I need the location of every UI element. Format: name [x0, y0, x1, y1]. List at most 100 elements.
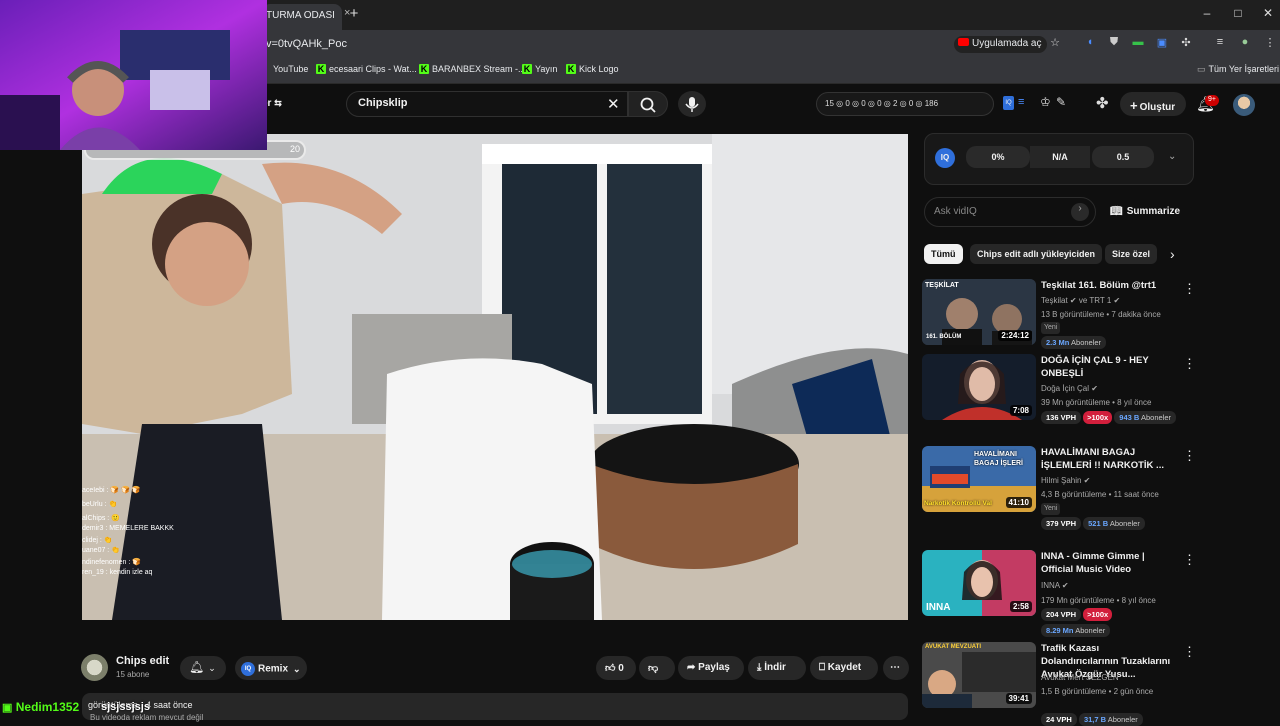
- extension-audio-icon[interactable]: ◖: [1082, 36, 1098, 52]
- channel-avatar[interactable]: [81, 654, 108, 681]
- channel-name[interactable]: Chips edit: [116, 655, 169, 667]
- video-title[interactable]: DOĞA İÇİN ÇAL 9 - HEY ONBEŞLİ: [1041, 354, 1179, 380]
- video-thumbnail[interactable]: 7:08: [922, 354, 1036, 420]
- channel-name[interactable]: Teşkilat ✔ ve TRT 1 ✔: [1041, 296, 1120, 305]
- chevron-down-icon: ⌄: [293, 663, 301, 674]
- extension-green-icon[interactable]: ▬: [1130, 36, 1146, 52]
- extension-blue-icon[interactable]: ▣: [1154, 36, 1170, 52]
- channel-name[interactable]: Doğa İçin Çal ✔: [1041, 384, 1098, 393]
- vidiq-score[interactable]: 0%: [966, 146, 1030, 168]
- edit-icon[interactable]: ✎: [1056, 95, 1066, 109]
- chip-uploader[interactable]: Chips edit adlı yükleyiciden: [970, 244, 1103, 264]
- like-button[interactable]: 👍︎ 0: [596, 656, 636, 680]
- vidiq-score[interactable]: N/A: [1030, 146, 1090, 168]
- bookmark-kick-logo[interactable]: K Kick Logo: [566, 64, 619, 74]
- new-tab-button[interactable]: +: [347, 5, 361, 22]
- profile-icon[interactable]: ●: [1237, 36, 1253, 52]
- video-title[interactable]: INNA - Gimme Gimme | Official Music Vide…: [1041, 550, 1179, 576]
- chip-all[interactable]: Tümü: [924, 244, 963, 264]
- search-button[interactable]: [628, 91, 668, 117]
- kick-icon: K: [522, 64, 532, 74]
- extension-icon[interactable]: ✤: [1096, 94, 1109, 112]
- video-thumbnail[interactable]: TEŞKİLAT 161. BÖLÜM 2:24:12: [922, 279, 1036, 345]
- url-field[interactable]: v=0tvQAHk_Poc: [266, 38, 347, 50]
- subscription-bell-button[interactable]: 🔔︎ ⌄: [180, 656, 226, 680]
- vidiq-list-icon[interactable]: ≡: [1018, 96, 1024, 108]
- maximize-icon[interactable]: □: [1228, 6, 1248, 20]
- recommended-video[interactable]: AVUKAT MEVZUATI 39:41 Trafik Kazası Dola…: [922, 642, 1196, 726]
- recommended-video[interactable]: INNA 2:58 INNA - Gimme Gimme | Official …: [922, 550, 1196, 637]
- media-control-icon[interactable]: ≡: [1212, 36, 1228, 52]
- vidiq-stats-bar[interactable]: 15 ◎ 0 ◎ 0 ◎ 0 ◎ 2 ◎ 0 ◎ 186: [816, 92, 994, 116]
- video-thumbnail[interactable]: HAVALİMANI BAGAJ İŞLERİ Narkotik Kontrol…: [922, 446, 1036, 512]
- video-thumbnail[interactable]: INNA 2:58: [922, 550, 1036, 616]
- save-button[interactable]: ⎕ Kaydet: [810, 656, 878, 680]
- duration-badge: 2:58: [1009, 601, 1032, 612]
- chevron-right-icon[interactable]: ›: [1170, 246, 1175, 262]
- summarize-button[interactable]: 📖︎ Summarize: [1110, 206, 1180, 217]
- subscriber-number: 521 B: [1088, 519, 1109, 528]
- recommended-video[interactable]: HAVALİMANI BAGAJ İŞLERİ Narkotik Kontrol…: [922, 446, 1196, 532]
- channel-name[interactable]: Avukat Mert SEZGEN: [1041, 673, 1119, 682]
- extensions-puzzle-icon[interactable]: ✣: [1178, 36, 1194, 52]
- open-in-app-button[interactable]: Uygulamada aç: [954, 36, 1048, 53]
- vidiq-logo-icon: IQ: [935, 148, 955, 168]
- more-vert-icon[interactable]: ⋮: [1183, 281, 1196, 297]
- more-vert-icon[interactable]: ⋮: [1183, 552, 1196, 568]
- chevron-right-icon[interactable]: ›: [1071, 203, 1089, 221]
- vidiq-icon[interactable]: IQ: [1003, 96, 1014, 110]
- video-title[interactable]: Teşkilat 161. Bölüm @trt1: [1041, 279, 1179, 292]
- bookmark-yayin[interactable]: K Yayın: [522, 64, 557, 74]
- avatar[interactable]: [1233, 94, 1255, 116]
- multiplier-badge: >100x: [1083, 608, 1113, 621]
- bookmark-youtube[interactable]: YouTube: [273, 64, 308, 74]
- view-meta: 39 Mn görüntüleme • 8 yıl önce: [1041, 398, 1152, 407]
- description-box[interactable]: [82, 693, 908, 720]
- view-meta: 4,3 B görüntüleme • 11 saat önce: [1041, 490, 1159, 499]
- thumbnail-caption: TEŞKİLAT: [925, 282, 959, 289]
- download-button[interactable]: ⤓ İndir: [748, 656, 806, 680]
- vidiq-stats-row: 204 VPH >100x: [1041, 608, 1113, 621]
- recommended-video[interactable]: 7:08 DOĞA İÇİN ÇAL 9 - HEY ONBEŞLİ Doğa …: [922, 354, 1196, 426]
- more-vert-icon[interactable]: ⋮: [1183, 644, 1196, 660]
- bookmark-baranbex[interactable]: K BARANBEX Stream -...: [419, 64, 526, 74]
- channel-name[interactable]: Hilmi Şahin ✔: [1041, 476, 1090, 485]
- video-thumbnail[interactable]: AVUKAT MEVZUATI 39:41: [922, 642, 1036, 708]
- channel-name[interactable]: INNA ✔: [1041, 581, 1069, 590]
- subscriber-number: 2.3 Mn: [1046, 338, 1070, 347]
- youtube-icon: [958, 38, 969, 46]
- share-button[interactable]: ➦ Paylaş: [678, 656, 744, 680]
- all-bookmarks[interactable]: ▭ Tüm Yer İşaretleri: [1197, 64, 1279, 75]
- chip-for-you[interactable]: Size özel: [1105, 244, 1158, 264]
- stream-chat-overlay: aceIebi : 🍞 🍞 🍞 beUrlu : 👏 alChips : 🙂 d…: [82, 486, 262, 578]
- video-title[interactable]: HAVALİMANI BAGAJ İŞLEMLERİ !! NARKOTİK .…: [1041, 446, 1179, 472]
- trophy-icon[interactable]: ♔: [1040, 95, 1051, 109]
- browser-tab[interactable]: TURMA ODASI: [262, 4, 342, 30]
- star-icon[interactable]: ☆: [1047, 36, 1063, 52]
- thumbnail-caption: AVUKAT MEVZUATI: [925, 644, 981, 650]
- clear-search-icon[interactable]: ✕: [607, 95, 620, 113]
- more-vert-icon[interactable]: ⋮: [1183, 356, 1196, 372]
- chevron-down-icon[interactable]: ⌄: [1168, 151, 1176, 162]
- chat-message: ndinefenomen : 🍞: [82, 559, 141, 566]
- dislike-button[interactable]: 👎︎: [639, 656, 675, 680]
- bookmark-ecesaari[interactable]: Kecesaari Clips - Wat...: [316, 64, 417, 74]
- close-window-icon[interactable]: ✕: [1258, 6, 1278, 20]
- more-vert-icon[interactable]: ⋮: [1183, 448, 1196, 464]
- vph-badge: 136 VPH: [1041, 411, 1082, 424]
- voice-search-button[interactable]: [678, 91, 706, 117]
- create-button[interactable]: + Oluştur: [1120, 92, 1186, 116]
- chat-message: uane07 : 👏: [82, 547, 120, 554]
- shield-icon[interactable]: ⛊: [1106, 36, 1122, 52]
- more-actions-button[interactable]: ⋯: [883, 656, 909, 680]
- recommended-video[interactable]: TEŞKİLAT 161. BÖLÜM 2:24:12 Teşkilat 161…: [922, 279, 1196, 351]
- duration-badge: 39:41: [1005, 693, 1032, 704]
- subscriber-label: Aboneler: [1071, 338, 1102, 347]
- like-count: 0: [618, 663, 624, 674]
- remix-button[interactable]: IQ Remix ⌄: [235, 656, 307, 680]
- minimize-icon[interactable]: –: [1197, 6, 1217, 20]
- vidiq-score[interactable]: 0.5: [1092, 146, 1154, 168]
- download-label: İndir: [764, 662, 786, 673]
- viewer-count: 20: [290, 144, 301, 154]
- browser-menu-icon[interactable]: ⋮: [1262, 36, 1278, 52]
